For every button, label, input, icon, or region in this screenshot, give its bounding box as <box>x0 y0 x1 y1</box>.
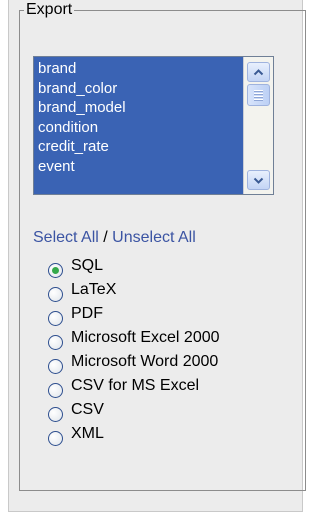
grip-line <box>254 96 263 97</box>
scroll-thumb[interactable] <box>247 84 270 106</box>
arrow-up-icon <box>253 68 264 75</box>
list-item[interactable]: credit_rate <box>38 137 238 157</box>
format-option-pdf[interactable]: PDF <box>48 303 103 326</box>
radio-button[interactable] <box>48 310 63 326</box>
list-item[interactable]: event <box>38 157 238 177</box>
list-item[interactable]: brand <box>38 59 238 79</box>
grip-line <box>254 93 263 94</box>
export-legend: Export <box>26 1 73 18</box>
grip-line <box>254 90 263 91</box>
link-separator: / <box>103 229 108 246</box>
unselect-all-link[interactable]: Unselect All <box>112 229 196 246</box>
format-option-xml[interactable]: XML <box>48 423 104 446</box>
listbox-scrollbar[interactable] <box>243 57 273 194</box>
radio-selected-dot <box>52 266 59 274</box>
format-option-sql[interactable]: SQL <box>48 255 104 278</box>
list-item[interactable]: condition <box>38 118 238 138</box>
format-label: SQL <box>71 257 104 274</box>
fields-list: brand brand_color brand_model condition … <box>38 59 238 177</box>
format-option-latex[interactable]: LaTeX <box>48 279 117 302</box>
grip-line <box>254 99 263 100</box>
select-all-link[interactable]: Select All <box>33 229 99 246</box>
scroll-up-button[interactable] <box>247 62 270 82</box>
format-label: Microsoft Excel 2000 <box>71 329 220 346</box>
format-label: CSV <box>71 401 104 418</box>
format-label: CSV for MS Excel <box>71 377 200 394</box>
format-option-csv[interactable]: CSV <box>48 399 104 422</box>
arrow-down-icon <box>253 177 264 184</box>
radio-button[interactable] <box>48 382 63 398</box>
format-label: Microsoft Word 2000 <box>71 353 219 370</box>
format-option-word[interactable]: Microsoft Word 2000 <box>48 351 219 374</box>
format-option-excel[interactable]: Microsoft Excel 2000 <box>48 327 220 350</box>
list-item[interactable]: brand_model <box>38 98 238 118</box>
select-links: Select All / Unselect All <box>33 229 196 247</box>
radio-button[interactable] <box>48 262 63 278</box>
list-item[interactable]: brand_color <box>38 79 238 99</box>
format-label: XML <box>71 425 104 442</box>
format-label: LaTeX <box>71 281 117 298</box>
radio-button[interactable] <box>48 406 63 422</box>
radio-button[interactable] <box>48 334 63 350</box>
radio-button[interactable] <box>48 358 63 374</box>
radio-button[interactable] <box>48 286 63 302</box>
format-label: PDF <box>71 305 103 322</box>
format-option-csv-excel[interactable]: CSV for MS Excel <box>48 375 200 398</box>
fields-listbox[interactable]: brand brand_color brand_model condition … <box>33 56 274 195</box>
radio-button[interactable] <box>48 430 63 446</box>
scroll-down-button[interactable] <box>247 170 270 190</box>
